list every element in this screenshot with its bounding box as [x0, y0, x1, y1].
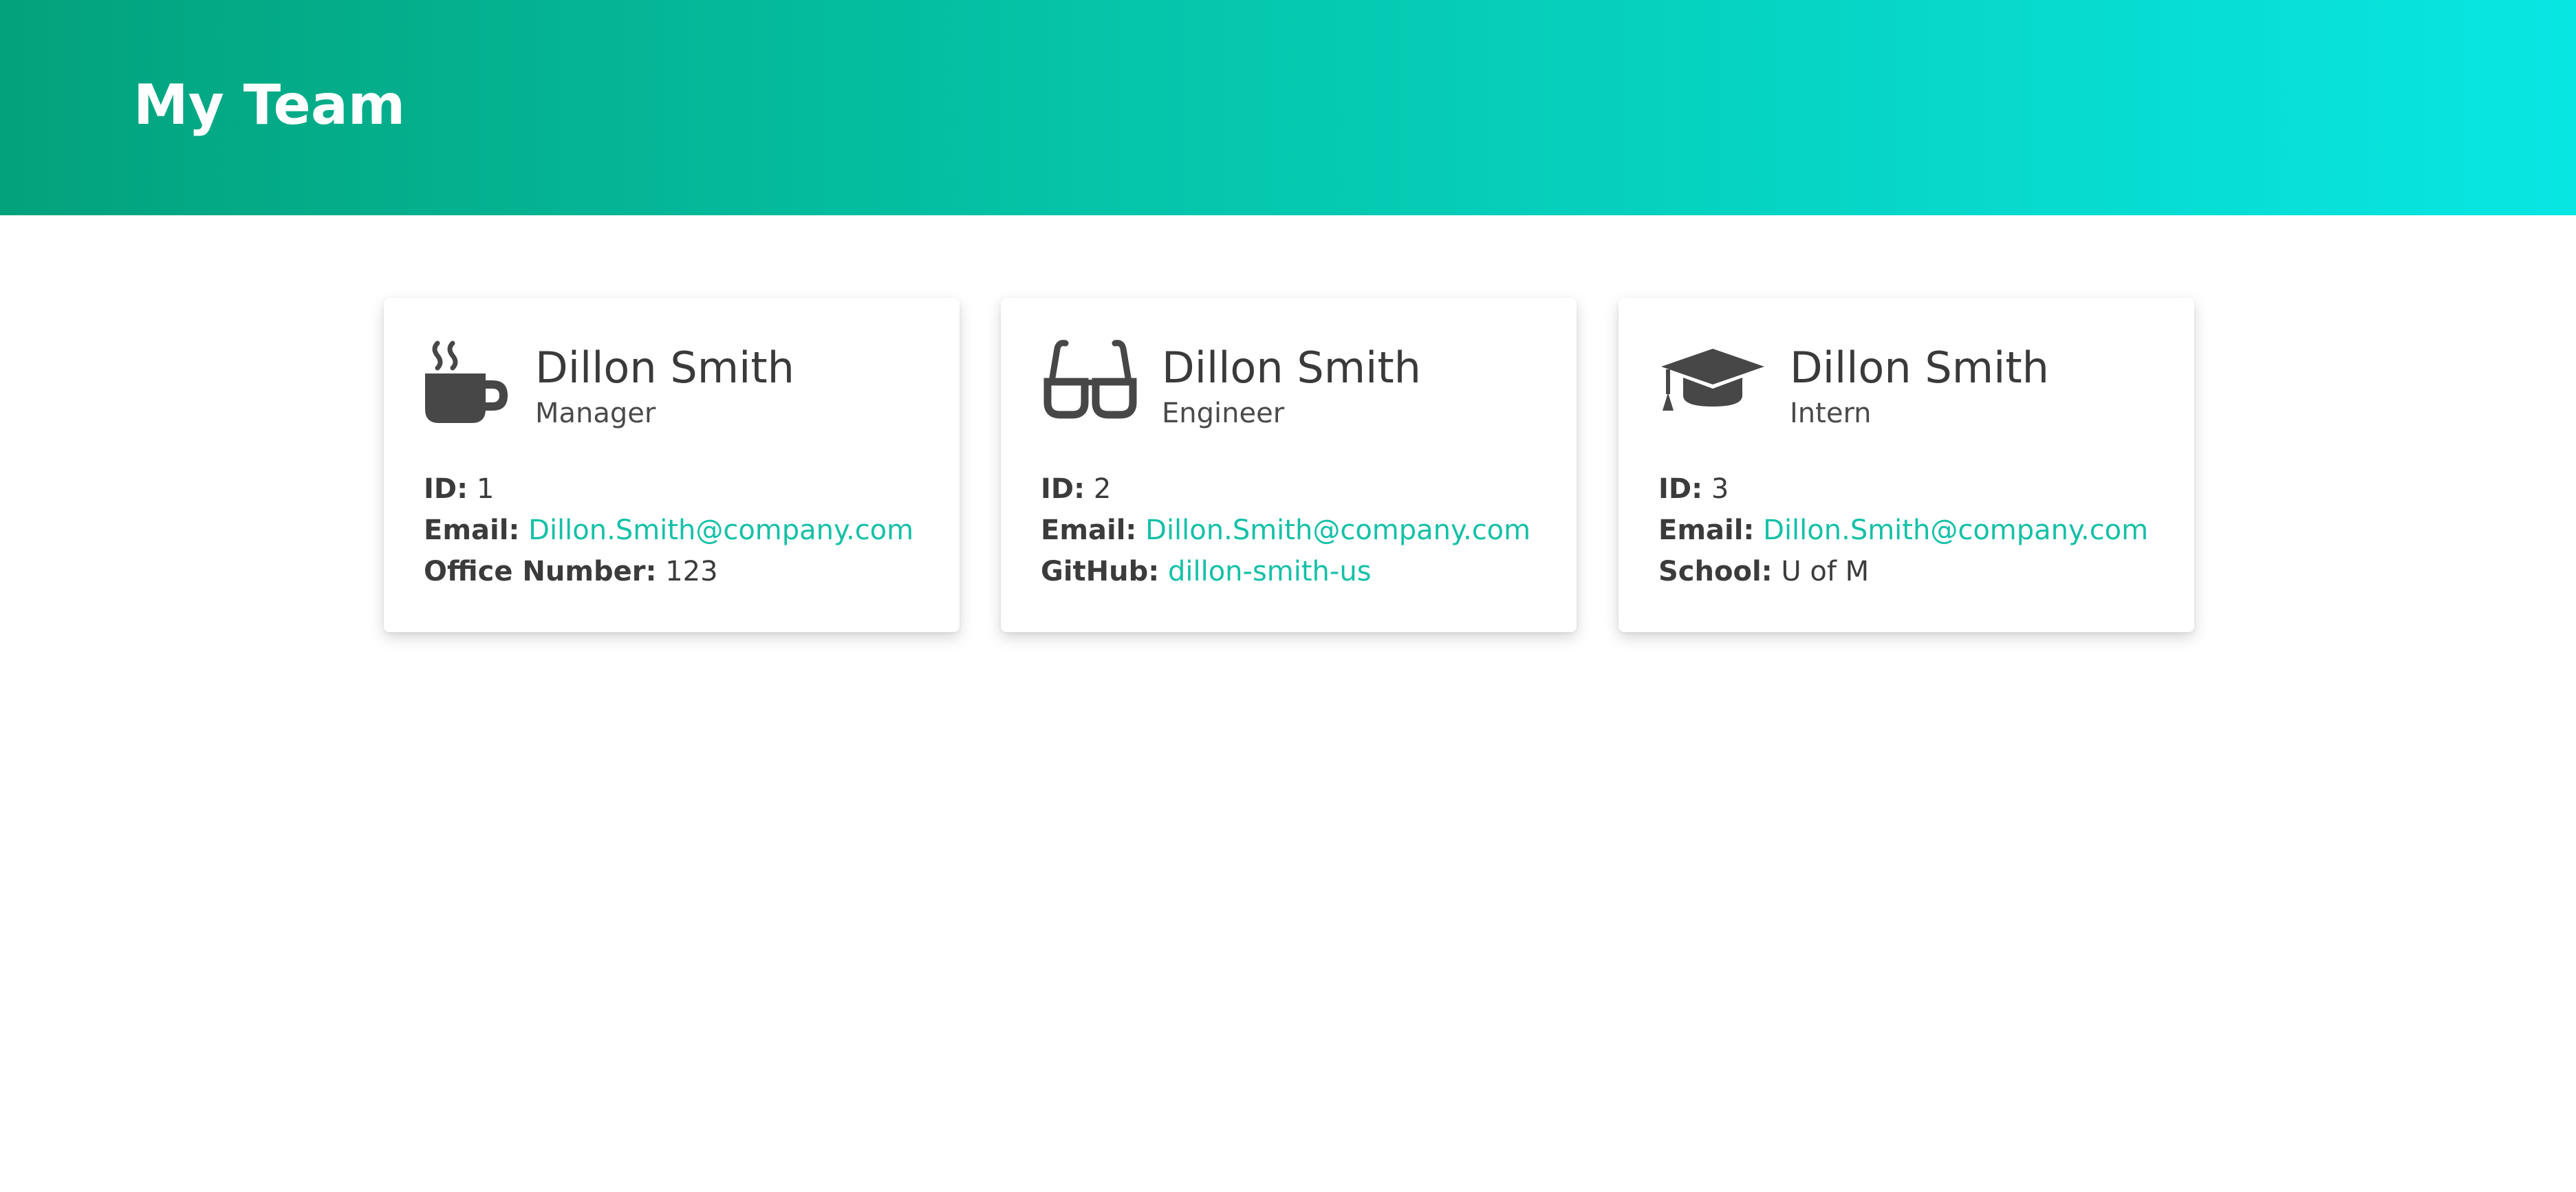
email-row: Email: Dillon.Smith@company.com [424, 510, 913, 551]
school-label: School: [1658, 556, 1773, 587]
employee-role: Intern [1790, 398, 1872, 429]
id-value: 2 [1093, 473, 1112, 505]
id-label: ID: [1041, 473, 1085, 505]
office-number-row: Office Number: 123 [424, 551, 913, 592]
employee-name: Dillon Smith [1162, 343, 1421, 393]
email-row: Email: Dillon.Smith@company.com [1658, 510, 2148, 551]
email-link[interactable]: Dillon.Smith@company.com [1763, 514, 2148, 546]
graduation-cap-icon [1658, 338, 1767, 426]
page-title: My Team [133, 73, 406, 137]
employee-card-engineer: Dillon Smith Engineer ID: 2 Email: Dillo… [1001, 298, 1577, 632]
employee-details: ID: 1 Email: Dillon.Smith@company.com Of… [424, 468, 913, 592]
id-row: ID: 2 [1041, 468, 1530, 510]
id-value: 3 [1711, 473, 1729, 505]
employee-name: Dillon Smith [1790, 343, 2049, 393]
github-link[interactable]: dillon-smith-us [1168, 556, 1372, 587]
github-label: GitHub: [1041, 556, 1160, 587]
email-label: Email: [424, 514, 520, 546]
employee-name: Dillon Smith [535, 343, 794, 393]
email-row: Email: Dillon.Smith@company.com [1041, 510, 1530, 551]
email-label: Email: [1041, 514, 1137, 546]
email-label: Email: [1658, 514, 1755, 546]
coffee-cup-icon [424, 338, 532, 426]
employee-details: ID: 2 Email: Dillon.Smith@company.com Gi… [1041, 468, 1530, 592]
school-value: U of M [1781, 556, 1870, 587]
github-row: GitHub: dillon-smith-us [1041, 551, 1530, 592]
page-header: My Team [0, 0, 2576, 215]
id-row: ID: 1 [424, 468, 913, 510]
email-link[interactable]: Dillon.Smith@company.com [528, 514, 913, 546]
office-number-label: Office Number: [424, 556, 657, 587]
email-link[interactable]: Dillon.Smith@company.com [1145, 514, 1530, 546]
office-number-value: 123 [665, 556, 718, 587]
id-label: ID: [1658, 473, 1703, 505]
id-row: ID: 3 [1658, 468, 2148, 510]
id-label: ID: [424, 473, 468, 505]
id-value: 1 [476, 473, 495, 505]
employee-details: ID: 3 Email: Dillon.Smith@company.com Sc… [1658, 468, 2148, 592]
glasses-icon [1041, 338, 1149, 426]
employee-role: Engineer [1162, 398, 1285, 429]
employee-card-intern: Dillon Smith Intern ID: 3 Email: Dillon.… [1619, 298, 2194, 632]
employee-role: Manager [535, 398, 656, 429]
school-row: School: U of M [1658, 551, 2148, 592]
employee-card-manager: Dillon Smith Manager ID: 1 Email: Dillon… [384, 298, 960, 632]
